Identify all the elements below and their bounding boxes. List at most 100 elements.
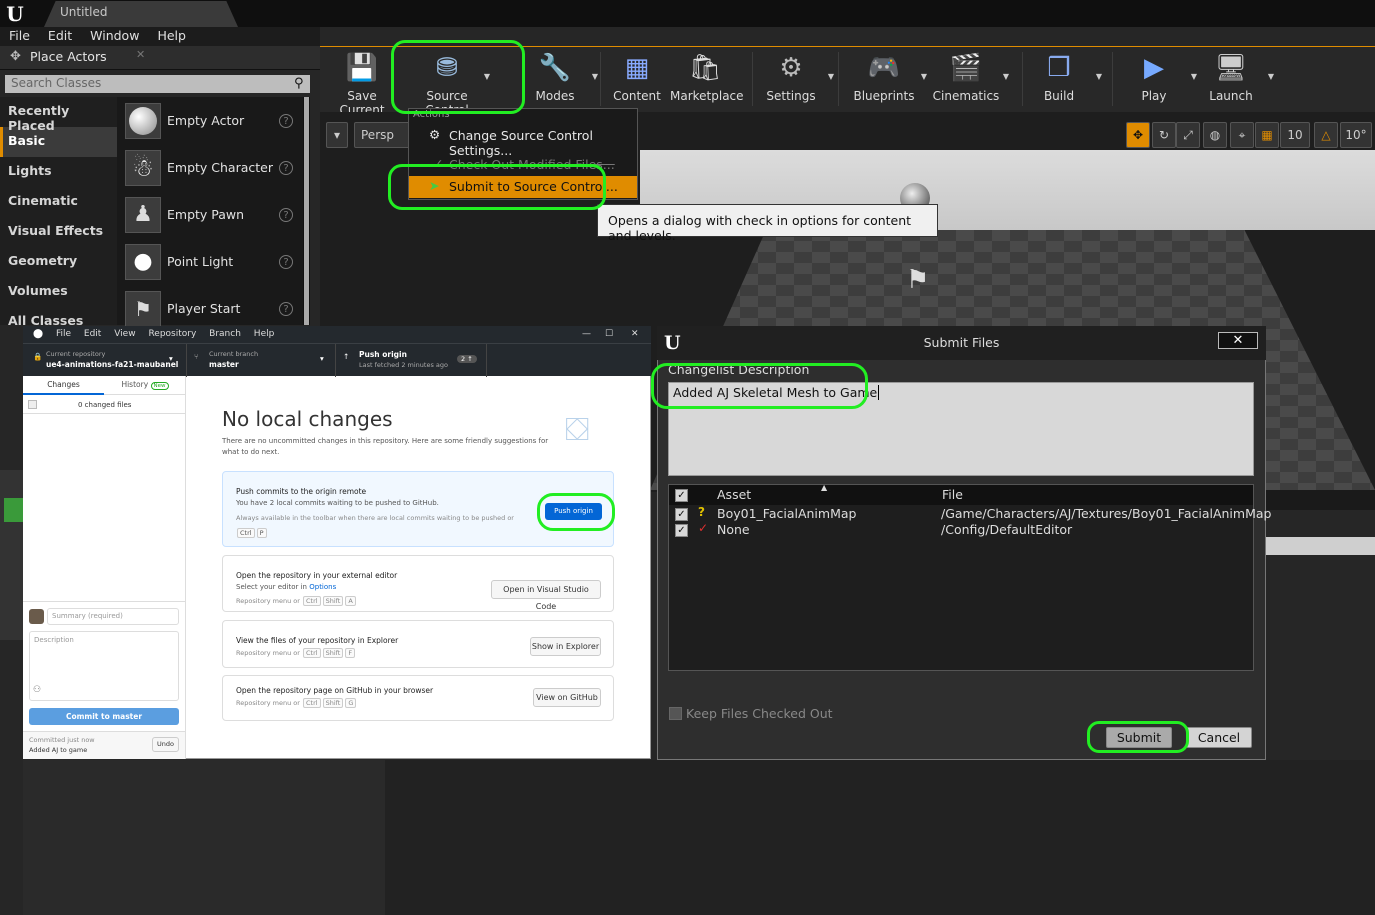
grid-snap-value[interactable]: 10	[1280, 122, 1310, 148]
minimize-icon[interactable]: —	[582, 326, 591, 343]
rotation-snap-value[interactable]: 10°	[1340, 122, 1372, 148]
keep-checked-out-checkbox[interactable]	[669, 707, 682, 720]
category-volumes[interactable]: Volumes	[0, 277, 117, 307]
chevron-down-icon[interactable]: ▼	[1096, 72, 1102, 81]
marketplace-button[interactable]: 🛍 Marketplace	[670, 50, 744, 106]
table-row[interactable]: ✓ ? Boy01_FacialAnimMap /Game/Characters…	[669, 505, 1271, 522]
cancel-button[interactable]: Cancel	[1186, 727, 1252, 748]
close-icon[interactable]: ✕	[631, 326, 639, 343]
menu-file[interactable]: File	[0, 27, 39, 46]
blueprints-button[interactable]: 🎮 Blueprints ▼	[849, 50, 927, 106]
tab-changes[interactable]: Changes	[23, 376, 104, 395]
help-icon[interactable]: ?	[279, 301, 293, 316]
show-in-explorer-button[interactable]: Show in Explorer	[530, 637, 601, 656]
category-cinematic[interactable]: Cinematic	[0, 187, 117, 217]
viewport-options-button[interactable]: ▾	[326, 122, 348, 148]
chevron-down-icon[interactable]: ▼	[1268, 72, 1274, 81]
repo-name[interactable]: ue4-animations-fa21-maubanel	[46, 360, 178, 369]
undo-button[interactable]: Undo	[152, 737, 179, 752]
surface-snap-icon[interactable]: ⌖	[1230, 122, 1254, 148]
change-source-control-settings-item[interactable]: ⚙ Change Source Control Settings...	[409, 125, 637, 158]
new-badge: New	[150, 382, 169, 390]
commit-button[interactable]: Commit to master	[29, 708, 179, 725]
add-coauthor-icon[interactable]: ⚇	[33, 685, 41, 695]
list-item[interactable]: ☃ Empty Character?	[117, 144, 303, 191]
help-icon[interactable]: ?	[279, 113, 293, 128]
help-icon[interactable]: ?	[279, 254, 293, 269]
perspective-button[interactable]: Persp	[354, 122, 410, 148]
list-item[interactable]: ⚑ Player Start?	[117, 285, 303, 332]
list-item[interactable]: ♟ Empty Pawn?	[117, 191, 303, 238]
column-asset[interactable]: Asset	[717, 487, 751, 502]
rotation-snap-icon[interactable]: △	[1314, 122, 1338, 148]
character-icon: ☃	[125, 149, 161, 186]
maximize-icon[interactable]: ☐	[605, 326, 613, 343]
row-checkbox[interactable]: ✓	[675, 508, 688, 521]
table-row[interactable]: ✓ ✓ None /Config/DefaultEditor	[669, 521, 1253, 538]
tab-history[interactable]: History New	[104, 376, 186, 395]
category-recently-placed[interactable]: Recently Placed	[0, 97, 117, 133]
gh-menu-edit[interactable]: Edit	[84, 329, 101, 339]
chevron-down-icon[interactable]: ▼	[921, 72, 927, 81]
play-button[interactable]: ▶ Play ▼	[1119, 50, 1197, 106]
category-lights[interactable]: Lights	[0, 157, 117, 187]
menu-window[interactable]: Window	[81, 27, 148, 46]
category-geometry[interactable]: Geometry	[0, 247, 117, 277]
save-current-button[interactable]: 💾 Save Current	[327, 50, 397, 117]
cinematics-button[interactable]: 🎬 Cinematics ▼	[931, 50, 1009, 106]
chevron-down-icon[interactable]: ▼	[1003, 72, 1009, 81]
settings-button[interactable]: ⚙ Settings ▼	[756, 50, 834, 106]
rotate-icon[interactable]: ↻	[1152, 122, 1176, 148]
gh-menu-branch[interactable]: Branch	[209, 329, 241, 339]
summary-input[interactable]: Summary (required)	[47, 608, 179, 625]
list-item[interactable]: Empty Actor?	[117, 97, 303, 144]
menu-help[interactable]: Help	[148, 27, 195, 46]
grid-snap-icon[interactable]: ▦	[1255, 122, 1279, 148]
options-link[interactable]: Options	[309, 583, 336, 591]
document-tab[interactable]: Untitled	[44, 1, 238, 27]
editor-card: Open the repository in your external edi…	[222, 555, 614, 612]
menu-edit[interactable]: Edit	[39, 27, 81, 46]
close-icon[interactable]: ✕	[136, 48, 145, 61]
gh-menu-repository[interactable]: Repository	[148, 329, 196, 339]
push-origin-label[interactable]: Push origin	[359, 350, 407, 359]
select-all-checkbox[interactable]: ✓	[675, 489, 688, 502]
player-start-icon[interactable]: ⚑	[906, 265, 929, 295]
gh-menu-file[interactable]: File	[56, 329, 71, 339]
actor-name: Empty Character	[167, 160, 273, 175]
close-icon[interactable]: ✕	[1218, 332, 1258, 349]
view-on-github-button[interactable]: View on GitHub	[533, 688, 601, 707]
actor-list-scrollbar[interactable]	[303, 97, 310, 325]
modes-button[interactable]: 🔧 Modes ▼	[520, 50, 598, 106]
column-file[interactable]: File	[942, 487, 963, 502]
select-all-checkbox[interactable]	[28, 400, 37, 409]
help-icon[interactable]: ?	[279, 207, 293, 222]
row-checkbox[interactable]: ✓	[675, 524, 688, 537]
globe-icon[interactable]: ◍	[1203, 122, 1227, 148]
card-title: Open the repository in your external edi…	[236, 571, 398, 580]
card-text: You have 2 local commits waiting to be p…	[236, 499, 439, 507]
place-actors-tab[interactable]: Place Actors	[0, 46, 320, 70]
chevron-down-icon[interactable]: ▾	[320, 354, 324, 363]
chevron-down-icon[interactable]: ▼	[828, 72, 834, 81]
branch-name[interactable]: master	[209, 360, 239, 369]
translate-icon[interactable]: ✥	[1126, 122, 1150, 148]
category-visual-effects[interactable]: Visual Effects	[0, 217, 117, 247]
list-item[interactable]: ● Point Light?	[117, 238, 303, 285]
build-button[interactable]: ❒ Build ▼	[1024, 50, 1102, 106]
key-shift: Shift	[322, 698, 344, 708]
help-icon[interactable]: ?	[279, 160, 293, 175]
card-text: Select your editor in	[236, 583, 307, 591]
gh-menu-help[interactable]: Help	[254, 329, 275, 339]
search-classes-input[interactable]: Search Classes	[5, 75, 310, 93]
open-vscode-button[interactable]: Open in Visual Studio Code	[491, 580, 601, 611]
content-button[interactable]: ▦ Content	[602, 50, 672, 106]
gh-menu-view[interactable]: View	[114, 329, 135, 339]
launch-button[interactable]: 🖥 Launch ▼	[1196, 50, 1274, 106]
shopping-bag-icon: 🛍	[688, 53, 722, 83]
chevron-down-icon[interactable]: ▼	[592, 72, 598, 81]
highlight-submit-menu-item	[388, 164, 606, 210]
description-input[interactable]: Description	[29, 631, 179, 701]
chevron-down-icon[interactable]: ▾	[169, 354, 173, 363]
scale-icon[interactable]: ⤢	[1176, 122, 1200, 148]
